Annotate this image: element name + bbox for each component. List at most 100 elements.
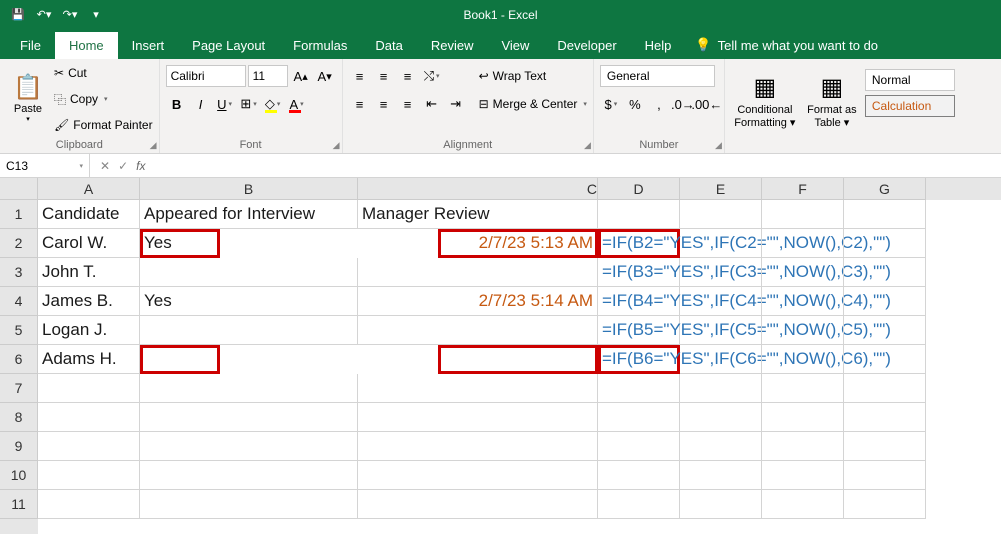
cell[interactable] [762,258,844,287]
row-header[interactable]: 9 [0,432,38,461]
bold-button[interactable]: B [166,93,188,115]
cell[interactable] [598,403,680,432]
cell[interactable]: Manager Review [358,200,598,229]
align-middle-icon[interactable]: ≡ [373,65,395,87]
tab-page-layout[interactable]: Page Layout [178,32,279,59]
wrap-text-button[interactable]: ↩Wrap Text [479,65,587,87]
cell[interactable] [358,374,598,403]
save-icon[interactable]: 💾 [8,5,28,25]
tell-me-search[interactable]: 💡 Tell me what you want to do [685,31,888,59]
cell[interactable] [680,490,762,519]
select-all-corner[interactable] [0,178,38,200]
tab-data[interactable]: Data [361,32,416,59]
cell[interactable] [38,432,140,461]
tab-formulas[interactable]: Formulas [279,32,361,59]
cell[interactable] [358,258,598,287]
cell[interactable] [762,403,844,432]
cell[interactable] [762,316,844,345]
cell[interactable] [140,316,358,345]
cell[interactable] [762,432,844,461]
fill-color-button[interactable]: ◇ [262,93,284,115]
cell[interactable] [844,200,926,229]
cell[interactable] [762,345,844,374]
column-header[interactable]: B [140,178,358,200]
column-header[interactable]: E [680,178,762,200]
cell[interactable] [140,432,358,461]
column-header[interactable]: C [358,178,598,200]
cell[interactable]: Adams H. [38,345,140,374]
number-launcher-icon[interactable]: ◢ [715,140,722,151]
cell[interactable] [762,287,844,316]
cell[interactable]: James B. [38,287,140,316]
cell[interactable] [140,461,358,490]
column-header[interactable]: D [598,178,680,200]
cell[interactable] [38,374,140,403]
cell[interactable] [598,374,680,403]
copy-button[interactable]: ⿻Copy [54,88,153,110]
cell[interactable] [38,461,140,490]
cell[interactable] [844,432,926,461]
accept-formula-icon[interactable]: ✓ [118,159,128,173]
font-name-select[interactable] [166,65,246,87]
cell[interactable]: =IF(B2="YES",IF(C2="",NOW(),C2),"") [598,229,680,258]
row-header[interactable]: 1 [0,200,38,229]
cell[interactable] [38,403,140,432]
italic-button[interactable]: I [190,93,212,115]
comma-format-icon[interactable]: , [648,93,670,115]
row-header[interactable]: 6 [0,345,38,374]
align-center-icon[interactable]: ≡ [373,93,395,115]
cell[interactable] [680,432,762,461]
cell[interactable] [844,345,926,374]
cell[interactable]: Appeared for Interview [140,200,358,229]
style-calculation[interactable]: Calculation [865,95,955,117]
tab-review[interactable]: Review [417,32,488,59]
align-top-icon[interactable]: ≡ [349,65,371,87]
cell[interactable] [762,374,844,403]
formula-input[interactable] [161,159,1001,173]
column-header[interactable]: F [762,178,844,200]
row-header[interactable]: 2 [0,229,38,258]
cell[interactable]: Yes [140,229,220,258]
fx-icon[interactable]: fx [136,159,151,173]
font-launcher-icon[interactable]: ◢ [333,140,340,151]
tab-insert[interactable]: Insert [118,32,179,59]
cell[interactable] [680,229,762,258]
cell[interactable] [844,403,926,432]
cell[interactable] [680,374,762,403]
decrease-decimal-icon[interactable]: .00← [696,93,718,115]
accounting-format-icon[interactable]: $ [600,93,622,115]
cell[interactable] [598,461,680,490]
alignment-launcher-icon[interactable]: ◢ [584,140,591,151]
cell[interactable] [844,258,926,287]
column-header[interactable]: G [844,178,926,200]
cell[interactable] [762,490,844,519]
row-header[interactable]: 8 [0,403,38,432]
row-header[interactable]: 10 [0,461,38,490]
number-format-select[interactable] [600,65,715,87]
cell[interactable]: Logan J. [38,316,140,345]
percent-format-icon[interactable]: % [624,93,646,115]
border-button[interactable]: ⊞ [238,93,260,115]
qat-dropdown-icon[interactable]: ▾ [86,5,106,25]
align-left-icon[interactable]: ≡ [349,93,371,115]
cut-button[interactable]: Cut [54,62,153,84]
cancel-formula-icon[interactable]: ✕ [100,159,110,173]
decrease-font-icon[interactable]: A▾ [314,65,336,87]
row-header[interactable]: 3 [0,258,38,287]
font-size-select[interactable] [248,65,288,87]
cell[interactable] [762,229,844,258]
clipboard-launcher-icon[interactable]: ◢ [150,140,157,151]
align-bottom-icon[interactable]: ≡ [397,65,419,87]
cell[interactable] [680,403,762,432]
tab-file[interactable]: File [6,32,55,59]
cell[interactable] [140,374,358,403]
cell[interactable]: John T. [38,258,140,287]
name-box[interactable]: C13 ▾ [0,154,90,177]
format-painter-button[interactable]: 🖌Format Painter [54,114,153,136]
row-header[interactable]: 7 [0,374,38,403]
cell[interactable] [680,200,762,229]
cell[interactable]: =IF(B4="YES",IF(C4="",NOW(),C4),"") [598,287,680,316]
merge-center-button[interactable]: ⊟Merge & Center [479,93,587,115]
cell[interactable] [140,345,220,374]
cell[interactable] [680,461,762,490]
